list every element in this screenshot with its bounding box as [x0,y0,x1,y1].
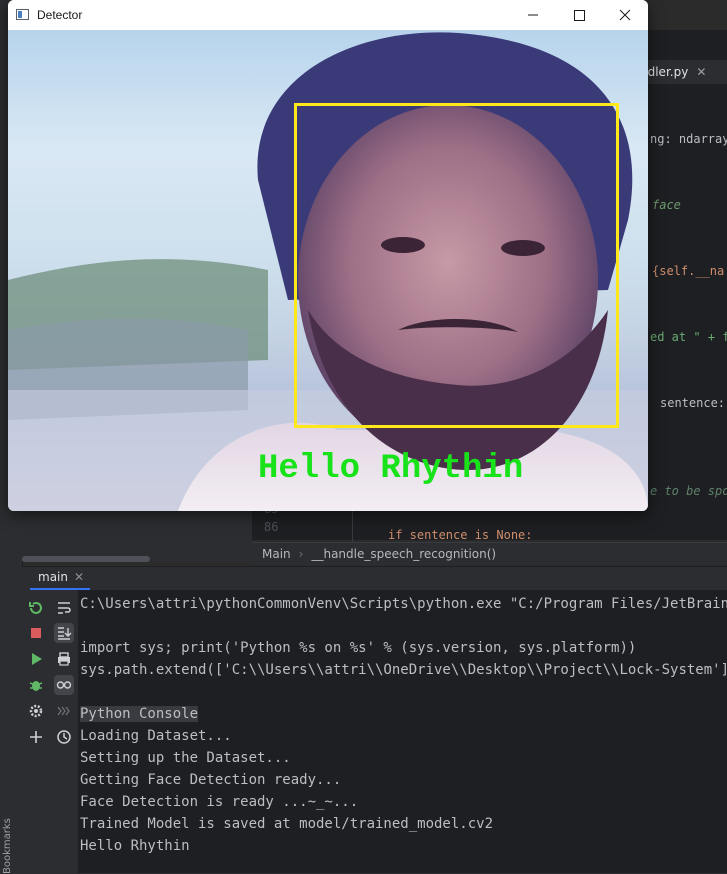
show-variables-icon[interactable] [54,675,74,695]
close-icon[interactable]: ✕ [696,65,706,79]
maximize-button[interactable] [556,0,602,30]
breadcrumb-item-method[interactable]: __handle_speech_recognition() [311,547,496,561]
window-title: Detector [37,8,83,22]
run-tab-label: main [38,570,68,584]
run-icon[interactable] [26,649,46,669]
soft-wrap-icon[interactable] [54,598,74,618]
close-icon [619,9,631,21]
console-line: Loading Dataset... [80,728,232,744]
horizontal-scrollbar[interactable] [22,556,150,562]
console-prompt-icon[interactable] [54,701,74,721]
code-fragment[interactable]: {self.__na [652,264,724,278]
console-line: Setting up the Dataset... [80,750,291,766]
line-number: 86 [264,520,279,534]
bookmarks-tool-label[interactable]: Bookmarks [2,818,16,874]
window-titlebar[interactable]: Detector [8,0,648,30]
detector-window[interactable]: Detector Hello Rhythin [8,0,648,511]
debug-icon[interactable] [26,675,46,695]
console-line: import sys; print('Python %s on %s' % (s… [80,640,637,656]
console-line: Trained Model is saved at model/trained_… [80,816,494,832]
maximize-icon [574,10,585,21]
settings-gear-icon[interactable] [26,701,46,721]
scroll-to-end-icon[interactable] [54,623,74,643]
console-line: Getting Face Detection ready... [80,772,342,788]
code-fragment[interactable]: face [652,198,681,212]
console-line: C:\Users\attri\pythonCommonVenv\Scripts\… [80,596,727,612]
camera-frame: Hello Rhythin [8,30,648,511]
console-line: Hello Rhythin [80,838,190,854]
breadcrumb: Main › __handle_speech_recognition() [252,542,727,565]
code-fragment[interactable]: ed at " + f [650,330,727,344]
run-panel-header [22,566,727,591]
close-button[interactable] [602,0,648,30]
gutter-divider [352,510,353,542]
run-toolbar-secondary [50,590,78,873]
detected-name-label: Hello Rhythin [258,450,524,488]
console-line: Face Detection is ready ...~_~... [80,794,359,810]
add-icon[interactable] [26,727,46,747]
history-clock-icon[interactable] [54,727,74,747]
code-fragment-if-statement[interactable]: if sentence is None: [388,528,533,542]
code-fragment[interactable]: ng: ndarray [650,132,727,146]
run-toolbar-primary [22,590,50,873]
console-line: sys.path.extend(['C:\\Users\\attri\\OneD… [80,662,727,678]
run-tab-main[interactable]: main ✕ [38,570,84,584]
app-icon [16,9,29,20]
close-icon[interactable]: ✕ [74,570,84,584]
face-detection-box [294,103,619,428]
minimize-icon [528,14,538,16]
console-line-python-console: Python Console [80,706,199,722]
code-fragment[interactable]: sentence: [660,396,725,410]
breadcrumb-item-main[interactable]: Main [262,547,291,561]
stop-icon[interactable] [26,623,46,643]
rerun-icon[interactable] [26,598,46,618]
code-fragment[interactable]: e to be spo [650,484,727,498]
minimize-button[interactable] [510,0,556,30]
print-icon[interactable] [54,649,74,669]
